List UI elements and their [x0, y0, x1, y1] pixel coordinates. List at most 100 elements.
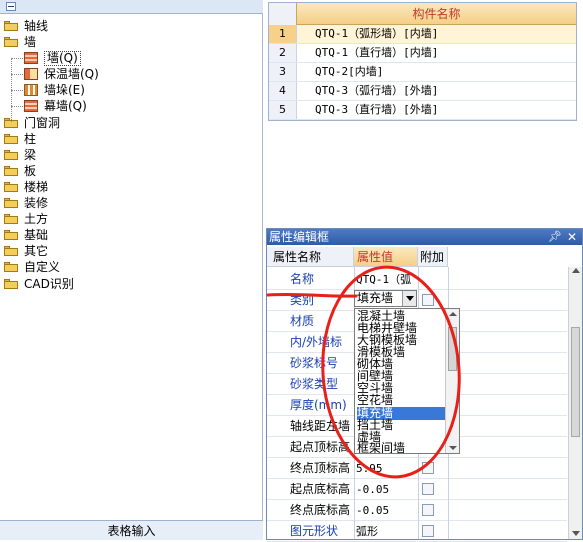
- row-number: 1: [269, 25, 297, 43]
- dropdown-option[interactable]: 框架间墙: [357, 442, 445, 453]
- folder-icon: [4, 165, 18, 176]
- wall-icon: [24, 52, 38, 65]
- scrollbar-thumb[interactable]: [571, 327, 580, 437]
- scroll-down-icon[interactable]: [572, 531, 580, 536]
- insulation-wall-icon: [24, 68, 38, 81]
- curtain-wall-icon: [24, 100, 38, 113]
- tree-item-stairs[interactable]: 楼梯: [0, 179, 262, 195]
- property-scrollbar[interactable]: [568, 267, 582, 539]
- table-row[interactable]: 3 QTQ-2[内墙]: [269, 63, 576, 82]
- tree-item-slab[interactable]: 板: [0, 163, 262, 179]
- scroll-up-icon[interactable]: [572, 268, 580, 273]
- folder-icon: [4, 230, 18, 241]
- tree-item-label: 自定义: [24, 260, 61, 275]
- additional-checkbox[interactable]: [422, 504, 434, 516]
- scrollbar-thumb[interactable]: [448, 327, 457, 371]
- tree-item-label: 土方: [24, 212, 49, 227]
- property-value[interactable]: 弧形: [356, 521, 418, 542]
- tree-item-foundation[interactable]: 基础: [0, 227, 262, 243]
- tree-item-label: 幕墙(Q): [44, 99, 87, 114]
- tree-item-label: 门窗洞: [24, 115, 61, 130]
- tree-connector: [11, 90, 23, 91]
- property-row-name[interactable]: 名称 QTQ-1（弧: [267, 269, 567, 290]
- column-header-property-value: 属性值: [354, 247, 418, 267]
- tree-item-label: 墙(Q): [44, 51, 81, 67]
- pin-icon[interactable]: 📌︎: [548, 229, 562, 245]
- column-header-component-name[interactable]: 构件名称: [297, 3, 576, 25]
- tree-item-other[interactable]: 其它: [0, 243, 262, 259]
- property-value[interactable]: -0.05: [356, 500, 418, 521]
- tree-item-decoration[interactable]: 装修: [0, 195, 262, 211]
- column-header-additional: 附加: [418, 247, 448, 267]
- property-editor-titlebar[interactable]: 属性编辑框 📌︎ ✕: [267, 229, 582, 245]
- tree-item-wall-q[interactable]: 墙(Q): [0, 50, 262, 67]
- table-row[interactable]: 1 QTQ-1（弧形墙）[内墙]: [269, 25, 576, 44]
- table-input-button[interactable]: 表格输入: [0, 520, 263, 540]
- scroll-down-icon[interactable]: [449, 446, 457, 450]
- tree-item-label: 基础: [24, 228, 49, 243]
- additional-checkbox[interactable]: [422, 483, 434, 495]
- tree-item-beam[interactable]: 梁: [0, 147, 262, 163]
- tree-item-column[interactable]: 柱: [0, 131, 262, 147]
- tree-connector: [11, 74, 23, 75]
- panel-title: 属性编辑框: [269, 230, 330, 244]
- row-number: 2: [269, 44, 297, 62]
- component-list-table: 构件名称 1 QTQ-1（弧形墙）[内墙] 2 QTQ-1（直行墙）[内墙] 3…: [268, 2, 577, 121]
- tree-item-label: CAD识别: [24, 276, 74, 291]
- component-name-cell[interactable]: QTQ-1（弧形墙）[内墙]: [315, 25, 438, 43]
- additional-checkbox[interactable]: [422, 525, 434, 537]
- scroll-up-icon[interactable]: [449, 312, 457, 316]
- property-row-end-top-elevation[interactable]: 终点顶标高 5.95: [267, 458, 567, 479]
- component-name-cell[interactable]: QTQ-3（弧行墙）[外墙]: [315, 82, 438, 100]
- table-row[interactable]: 5 QTQ-3（直行墙）[外墙]: [269, 101, 576, 120]
- category-dropdown-list[interactable]: 混凝土墙 电梯井壁墙 大钢模板墙 滑模板墙 砌体墙 间壁墙 空斗墙 空花墙 填充…: [354, 308, 460, 454]
- component-name-cell[interactable]: QTQ-1（直行墙）[内墙]: [315, 44, 438, 62]
- category-combobox[interactable]: 填充墙: [354, 290, 417, 307]
- property-value[interactable]: QTQ-1（弧: [356, 269, 418, 290]
- tree-item-earthwork[interactable]: 土方: [0, 211, 262, 227]
- component-tree-panel: 轴线 墙 墙(Q) 保温墙(Q) 墙垛(E) 幕墙(Q) 门窗洞 柱 梁 板 楼…: [0, 0, 263, 540]
- tree-item-label: 其它: [24, 244, 49, 259]
- tree-item-cad-recognition[interactable]: CAD识别: [0, 276, 262, 292]
- folder-icon: [4, 133, 18, 144]
- folder-open-icon: [4, 37, 18, 48]
- folder-icon: [4, 214, 18, 225]
- tree-item-label: 楼梯: [24, 179, 49, 194]
- property-value[interactable]: 5.95: [356, 458, 418, 479]
- property-row-end-bottom-elevation[interactable]: 终点底标高 -0.05: [267, 500, 567, 521]
- row-number: 5: [269, 101, 297, 119]
- component-name-cell[interactable]: QTQ-2[内墙]: [315, 63, 383, 81]
- table-header: 构件名称: [269, 3, 576, 25]
- chevron-down-icon[interactable]: [402, 291, 416, 306]
- additional-checkbox[interactable]: [422, 462, 434, 474]
- tree-item-wall[interactable]: 墙: [0, 34, 262, 50]
- column-header-property-name: 属性名称: [267, 247, 354, 267]
- folder-icon: [4, 198, 18, 209]
- component-name-cell[interactable]: QTQ-3（直行墙）[外墙]: [315, 101, 438, 119]
- tree-item-openings[interactable]: 门窗洞: [0, 115, 262, 131]
- folder-icon: [4, 181, 18, 192]
- table-row[interactable]: 4 QTQ-3（弧行墙）[外墙]: [269, 82, 576, 101]
- additional-checkbox[interactable]: [422, 294, 434, 306]
- tree-item-label: 轴线: [24, 19, 49, 33]
- property-row-start-bottom-elevation[interactable]: 起点底标高 -0.05: [267, 479, 567, 500]
- dropdown-scrollbar[interactable]: [445, 309, 459, 453]
- tree-connector: [11, 58, 23, 59]
- tree-item-curtain-wall[interactable]: 幕墙(Q): [0, 98, 262, 114]
- collapse-all-button[interactable]: [6, 2, 16, 11]
- tree-item-wall-column[interactable]: 墙垛(E): [0, 82, 262, 98]
- folder-icon: [4, 246, 18, 257]
- table-corner: [269, 3, 297, 25]
- tree-item-label: 梁: [24, 147, 37, 162]
- folder-icon: [4, 262, 18, 273]
- tree-item-axis[interactable]: 轴线: [0, 18, 262, 34]
- tree-item-insulation-wall[interactable]: 保温墙(Q): [0, 66, 262, 82]
- tree-item-label: 装修: [24, 196, 49, 211]
- property-value[interactable]: -0.05: [356, 479, 418, 500]
- table-row[interactable]: 2 QTQ-1（直行墙）[内墙]: [269, 44, 576, 63]
- property-row-element-shape[interactable]: 图元形状 弧形: [267, 521, 567, 542]
- tree-item-label: 保温墙(Q): [44, 67, 99, 82]
- folder-icon: [4, 21, 18, 31]
- close-icon[interactable]: ✕: [567, 229, 577, 245]
- tree-item-custom[interactable]: 自定义: [0, 259, 262, 275]
